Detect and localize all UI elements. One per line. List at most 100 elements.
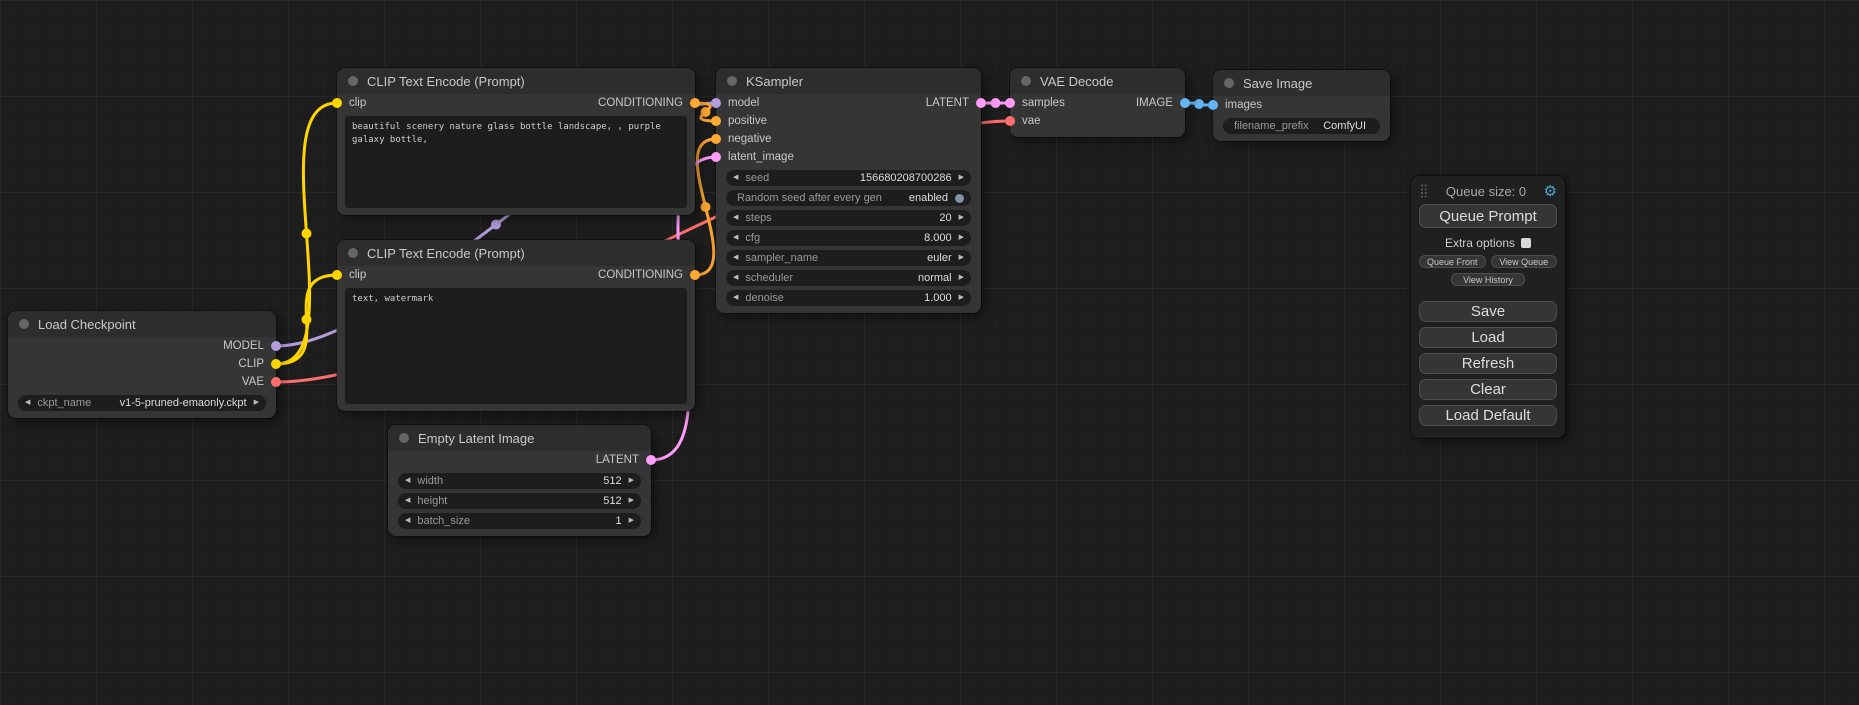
refresh-button[interactable]: Refresh (1419, 353, 1557, 374)
save-button[interactable]: Save (1419, 301, 1557, 322)
collapse-dot-icon[interactable] (399, 433, 409, 443)
next-value-arrow-icon[interactable]: ▶ (959, 270, 964, 286)
widget-width[interactable]: ◀ width 512 ▶ (398, 473, 641, 489)
clear-button[interactable]: Clear (1419, 379, 1557, 400)
input-slot-images[interactable] (1208, 100, 1218, 110)
prev-value-arrow-icon[interactable]: ◀ (733, 290, 738, 306)
widget-batch-size[interactable]: ◀ batch_size 1 ▶ (398, 513, 641, 529)
output-label-latent: LATENT (596, 454, 639, 466)
collapse-dot-icon[interactable] (727, 76, 737, 86)
queue-front-button[interactable]: Queue Front (1419, 255, 1486, 268)
prompt-textarea[interactable]: beautiful scenery nature glass bottle la… (345, 116, 687, 208)
input-slot-negative[interactable] (711, 134, 721, 144)
output-slot-conditioning[interactable] (690, 270, 700, 280)
node-title-bar[interactable]: CLIP Text Encode (Prompt) (337, 68, 695, 94)
input-slot-clip[interactable] (332, 98, 342, 108)
prompt-textarea[interactable]: text, watermark (345, 288, 687, 404)
node-empty-latent-image[interactable]: Empty Latent Image LATENT ◀ width 512 ▶ … (388, 425, 651, 536)
next-value-arrow-icon[interactable]: ▶ (629, 493, 634, 509)
output-slot-latent[interactable] (976, 98, 986, 108)
node-title-bar[interactable]: CLIP Text Encode (Prompt) (337, 240, 695, 266)
widget-name: steps (745, 212, 771, 224)
next-value-arrow-icon[interactable]: ▶ (959, 250, 964, 266)
widget-cfg[interactable]: ◀ cfg 8.000 ▶ (726, 230, 971, 246)
prev-value-arrow-icon[interactable]: ◀ (733, 250, 738, 266)
output-slot-latent[interactable] (646, 455, 656, 465)
prev-value-arrow-icon[interactable]: ◀ (733, 170, 738, 186)
node-title-bar[interactable]: Empty Latent Image (388, 425, 651, 451)
widget-value: ComfyUI (1323, 120, 1366, 132)
prev-value-arrow-icon[interactable]: ◀ (733, 230, 738, 246)
widget-sampler-name[interactable]: ◀ sampler_name euler ▶ (726, 250, 971, 266)
widget-ckpt-name[interactable]: ◀ ckpt_name v1-5-pruned-emaonly.ckpt ▶ (18, 395, 266, 411)
collapse-dot-icon[interactable] (1021, 76, 1031, 86)
widget-filename-prefix[interactable]: filename_prefix ComfyUI (1223, 118, 1380, 134)
view-queue-button[interactable]: View Queue (1491, 255, 1558, 268)
node-title-bar[interactable]: Load Checkpoint (8, 311, 276, 337)
prev-value-arrow-icon[interactable]: ◀ (405, 493, 410, 509)
load-default-button[interactable]: Load Default (1419, 405, 1557, 426)
load-button[interactable]: Load (1419, 327, 1557, 348)
input-slot-latent-image[interactable] (711, 152, 721, 162)
wire-midpoint-dot (701, 202, 711, 212)
widget-seed[interactable]: ◀ seed 156680208700286 ▶ (726, 170, 971, 186)
extra-options-row: Extra options (1419, 236, 1557, 250)
node-title-bar[interactable]: VAE Decode (1010, 68, 1185, 94)
settings-gear-icon[interactable]: ⚙ (1544, 182, 1557, 200)
collapse-dot-icon[interactable] (348, 76, 358, 86)
widget-name: seed (745, 172, 769, 184)
widget-height[interactable]: ◀ height 512 ▶ (398, 493, 641, 509)
view-history-button[interactable]: View History (1451, 273, 1525, 286)
extra-options-checkbox[interactable] (1521, 238, 1531, 248)
input-slot-positive[interactable] (711, 116, 721, 126)
queue-prompt-button[interactable]: Queue Prompt (1419, 204, 1557, 228)
node-save-image[interactable]: Save Image images filename_prefix ComfyU… (1213, 70, 1390, 141)
collapse-dot-icon[interactable] (1224, 78, 1234, 88)
input-slot-vae[interactable] (1005, 116, 1015, 126)
next-value-arrow-icon[interactable]: ▶ (629, 473, 634, 489)
slot-row: samples IMAGE (1010, 94, 1185, 112)
slot-row: positive (716, 112, 981, 130)
next-value-arrow-icon[interactable]: ▶ (629, 513, 634, 529)
node-graph-canvas[interactable]: Load Checkpoint MODEL CLIP VAE ◀ ckpt_na… (0, 0, 1859, 705)
node-ksampler[interactable]: KSampler model LATENT positive negative … (716, 68, 981, 313)
slot-row: vae (1010, 112, 1185, 130)
drag-handle-icon[interactable]: ⣿ (1419, 183, 1429, 199)
node-clip-text-encode-positive[interactable]: CLIP Text Encode (Prompt) clip CONDITION… (337, 68, 695, 215)
widget-name: denoise (745, 292, 784, 304)
output-slot-vae[interactable] (271, 377, 281, 387)
widget-denoise[interactable]: ◀ denoise 1.000 ▶ (726, 290, 971, 306)
wire-midpoint-dot (302, 229, 312, 239)
next-value-arrow-icon[interactable]: ▶ (959, 170, 964, 186)
widget-scheduler[interactable]: ◀ scheduler normal ▶ (726, 270, 971, 286)
next-value-arrow-icon[interactable]: ▶ (959, 290, 964, 306)
next-value-arrow-icon[interactable]: ▶ (959, 230, 964, 246)
node-vae-decode[interactable]: VAE Decode samples IMAGE vae (1010, 68, 1185, 137)
widget-name: cfg (745, 232, 760, 244)
output-slot-clip[interactable] (271, 359, 281, 369)
toggle-dot-icon[interactable] (955, 194, 964, 203)
collapse-dot-icon[interactable] (19, 319, 29, 329)
widget-steps[interactable]: ◀ steps 20 ▶ (726, 210, 971, 226)
prev-value-arrow-icon[interactable]: ◀ (733, 210, 738, 226)
node-load-checkpoint[interactable]: Load Checkpoint MODEL CLIP VAE ◀ ckpt_na… (8, 311, 276, 418)
prev-value-arrow-icon[interactable]: ◀ (25, 395, 30, 411)
widget-seed-control[interactable]: Random seed after every gen enabled (726, 190, 971, 206)
prev-value-arrow-icon[interactable]: ◀ (405, 513, 410, 529)
output-slot-model[interactable] (271, 341, 281, 351)
next-value-arrow-icon[interactable]: ▶ (254, 395, 259, 411)
next-value-arrow-icon[interactable]: ▶ (959, 210, 964, 226)
prev-value-arrow-icon[interactable]: ◀ (733, 270, 738, 286)
node-title-bar[interactable]: Save Image (1213, 70, 1390, 96)
input-slot-samples[interactable] (1005, 98, 1015, 108)
node-title-bar[interactable]: KSampler (716, 68, 981, 94)
output-slot-conditioning[interactable] (690, 98, 700, 108)
queue-panel-header: ⣿ Queue size: 0 ⚙ (1419, 181, 1557, 201)
collapse-dot-icon[interactable] (348, 248, 358, 258)
prev-value-arrow-icon[interactable]: ◀ (405, 473, 410, 489)
node-clip-text-encode-negative[interactable]: CLIP Text Encode (Prompt) clip CONDITION… (337, 240, 695, 411)
input-label-negative: negative (728, 133, 771, 145)
input-slot-model[interactable] (711, 98, 721, 108)
output-slot-image[interactable] (1180, 98, 1190, 108)
input-slot-clip[interactable] (332, 270, 342, 280)
